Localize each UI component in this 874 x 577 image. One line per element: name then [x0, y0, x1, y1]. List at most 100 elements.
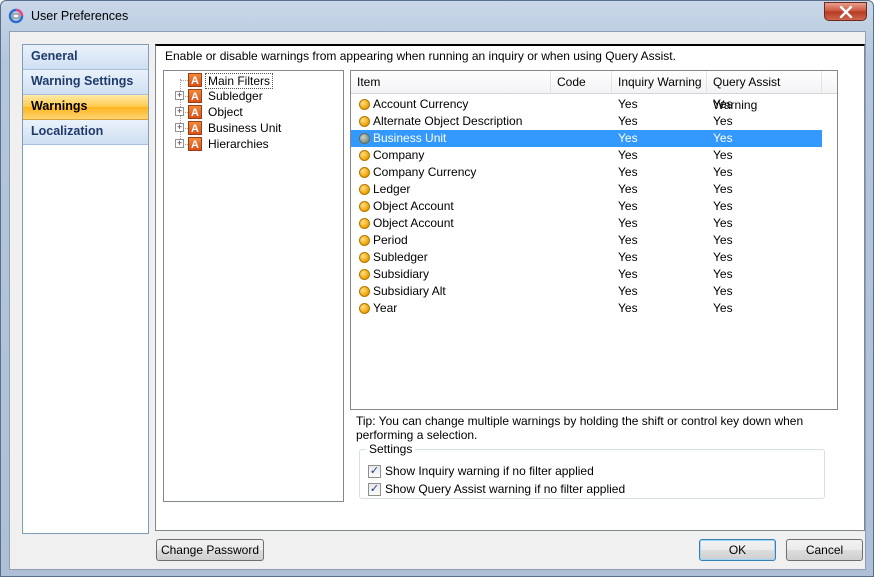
title-bar[interactable]: User Preferences [1, 1, 873, 31]
inquiry-warning-cell: Yes [618, 148, 638, 162]
query-assist-warning-cell: Yes [713, 131, 733, 145]
table-row[interactable]: Period Yes Yes [351, 232, 822, 249]
inquiry-warning-cell: Yes [618, 284, 638, 298]
yellow-status-dot-icon [359, 201, 370, 212]
nav-item-warning-settings[interactable]: Warning Settings [23, 70, 148, 95]
yellow-status-dot-icon [359, 269, 370, 280]
nav-item-localization[interactable]: Localization [23, 120, 148, 145]
inquiry-warning-cell: Yes [618, 131, 638, 145]
yellow-status-dot-icon [359, 167, 370, 178]
user-preferences-window: User Preferences General Warning Settings… [0, 0, 874, 577]
show-inquiry-warning-option[interactable]: ✓ Show Inquiry warning if no filter appl… [368, 463, 594, 479]
window-title: User Preferences [31, 9, 129, 23]
panel-description: Enable or disable warnings from appearin… [165, 49, 676, 63]
tree-node-hierarchies[interactable]: Hierarchies [208, 137, 269, 151]
table-row[interactable]: Year Yes Yes [351, 300, 822, 317]
item-cell: Company [373, 148, 425, 162]
show-query-assist-warning-checkbox[interactable]: ✓ [368, 482, 381, 496]
table-row[interactable]: Account Currency Yes Yes [351, 96, 822, 113]
tree-node-subledger[interactable]: Subledger [208, 89, 263, 103]
nav-item-general[interactable]: General [23, 45, 148, 70]
yellow-status-dot-icon [359, 150, 370, 161]
grid-header: Item Code Inquiry Warning Query Assist W… [351, 71, 837, 112]
query-assist-warning-cell: Yes [713, 199, 733, 213]
query-assist-warning-cell: Yes [713, 97, 733, 111]
table-row[interactable]: Object Account Yes Yes [351, 198, 822, 215]
item-cell: Account Currency [373, 97, 469, 111]
change-password-button[interactable]: Change Password [156, 539, 264, 561]
item-cell: Subsidiary Alt [373, 284, 446, 298]
query-assist-warning-cell: Yes [713, 182, 733, 196]
table-row[interactable]: Subsidiary Yes Yes [351, 266, 822, 283]
item-cell: Company Currency [373, 165, 477, 179]
table-row[interactable]: Company Currency Yes Yes [351, 164, 822, 181]
close-icon [839, 5, 852, 18]
inquiry-warning-cell: Yes [618, 97, 638, 111]
item-cell: Object Account [373, 199, 454, 213]
show-query-assist-warning-option[interactable]: ✓ Show Query Assist warning if no filter… [368, 481, 625, 497]
table-row[interactable]: Object Account Yes Yes [351, 215, 822, 232]
letter-a-icon: A [188, 121, 202, 135]
show-inquiry-warning-label: Show Inquiry warning if no filter applie… [385, 464, 594, 478]
tree-node-object[interactable]: Object [208, 105, 243, 119]
column-header-item[interactable]: Item [351, 71, 551, 94]
selection-tip: Tip: You can change multiple warnings by… [356, 414, 804, 442]
yellow-status-dot-icon [359, 184, 370, 195]
table-row[interactable]: Company Yes Yes [351, 147, 822, 164]
inquiry-warning-cell: Yes [618, 182, 638, 196]
ok-button[interactable]: OK [699, 539, 776, 561]
item-cell: Alternate Object Description [373, 114, 523, 128]
preferences-nav: General Warning Settings Warnings Localizat… [22, 44, 149, 534]
table-row[interactable]: Ledger Yes Yes [351, 181, 822, 198]
inquiry-warning-cell: Yes [618, 301, 638, 315]
inquiry-warning-cell: Yes [618, 199, 638, 213]
column-header-inquiry-warning[interactable]: Inquiry Warning [612, 71, 707, 94]
expand-plus-icon[interactable]: + [175, 107, 184, 116]
yellow-status-dot-icon [359, 99, 370, 110]
query-assist-warning-cell: Yes [713, 216, 733, 230]
inquiry-warning-cell: Yes [618, 114, 638, 128]
query-assist-warning-cell: Yes [713, 284, 733, 298]
nav-item-warnings[interactable]: Warnings [23, 95, 148, 120]
settings-legend: Settings [366, 442, 416, 456]
tree-node-business-unit[interactable]: Business Unit [208, 121, 281, 135]
table-row[interactable]: Business Unit Yes Yes [351, 130, 822, 147]
column-header-query-assist-warning[interactable]: Query Assist Warning [707, 71, 822, 112]
query-assist-warning-cell: Yes [713, 114, 733, 128]
tree-node-main-filters[interactable]: Main Filters [205, 73, 274, 89]
inquiry-warning-cell: Yes [618, 233, 638, 247]
table-row[interactable]: Subledger Yes Yes [351, 249, 822, 266]
yellow-status-dot-icon [359, 252, 370, 263]
item-cell: Business Unit [373, 131, 447, 145]
column-header-code[interactable]: Code [551, 71, 612, 94]
item-cell: Subsidiary [373, 267, 430, 281]
query-assist-warning-cell: Yes [713, 165, 733, 179]
query-assist-warning-cell: Yes [713, 267, 733, 281]
close-button[interactable] [824, 2, 867, 21]
show-inquiry-warning-checkbox[interactable]: ✓ [368, 464, 381, 478]
warnings-panel: Enable or disable warnings from appearin… [155, 44, 865, 531]
inquiry-warning-cell: Yes [618, 250, 638, 264]
inquiry-warning-cell: Yes [618, 267, 638, 281]
yellow-status-dot-icon [359, 235, 370, 246]
table-row[interactable]: Alternate Object Description Yes Yes [351, 113, 822, 130]
item-cell: Period [373, 233, 408, 247]
letter-a-icon: A [188, 105, 202, 119]
app-icon [8, 8, 24, 24]
query-assist-warning-cell: Yes [713, 148, 733, 162]
yellow-status-dot-icon [359, 286, 370, 297]
yellow-status-dot-icon [359, 218, 370, 229]
expand-plus-icon[interactable]: + [175, 123, 184, 132]
filter-tree[interactable]: A Main Filters + A Subledger + A Object + A Busine… [163, 70, 344, 502]
query-assist-warning-cell: Yes [713, 301, 733, 315]
expand-plus-icon[interactable]: + [175, 139, 184, 148]
grey-status-dot-icon [359, 133, 370, 144]
item-cell: Year [373, 301, 398, 315]
expand-plus-icon[interactable]: + [175, 91, 184, 100]
yellow-status-dot-icon [359, 116, 370, 127]
dialog-client-area: General Warning Settings Warnings Localizat… [9, 31, 866, 570]
warnings-grid[interactable]: Item Code Inquiry Warning Query Assist W… [350, 70, 838, 410]
cancel-button[interactable]: Cancel [786, 539, 863, 561]
table-row[interactable]: Subsidiary Alt Yes Yes [351, 283, 822, 300]
item-cell: Ledger [373, 182, 411, 196]
